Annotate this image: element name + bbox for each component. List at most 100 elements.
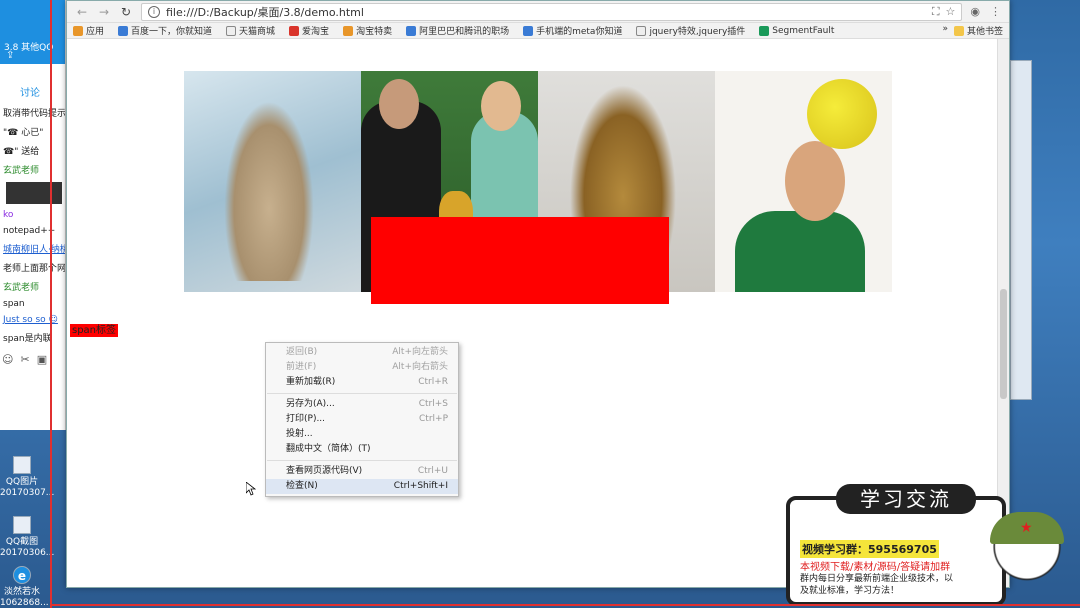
bird-icon <box>523 25 534 36</box>
menu-item-cast[interactable]: 投射... <box>266 427 458 442</box>
desktop-icon-label: 20170306... <box>0 548 55 558</box>
gallery-photo-4 <box>715 71 892 292</box>
address-bar[interactable]: i file:///D:/Backup/桌面/3.8/demo.html ⛶ ☆ <box>141 2 963 21</box>
bookmark-segmentfault[interactable]: SegmentFault <box>759 25 835 36</box>
bookmark-zhihu[interactable]: 阿里巴巴和腾讯的职场 <box>406 24 509 37</box>
qq-message: "☎ 心已" <box>3 128 44 138</box>
forward-icon[interactable]: → <box>97 5 111 19</box>
menu-item-translate[interactable]: 翻成中文（简体）(T) <box>266 442 458 457</box>
qq-message: ☎" 送给 <box>3 147 40 157</box>
qq-message: 取消带代码提示 <box>3 109 65 119</box>
taobao-icon <box>289 25 300 36</box>
qq-sender-name[interactable]: Just so so ☺ <box>0 312 65 328</box>
qq-message: 老师上面那个网 <box>3 264 65 274</box>
qq-header: 3.8 其他QQ ⇪ <box>0 0 65 64</box>
menu-separator <box>267 393 457 394</box>
gallery-photo-1 <box>184 71 361 292</box>
scrollbar-thumb[interactable] <box>1000 289 1007 399</box>
image-icon[interactable]: ▣ <box>37 353 47 366</box>
qq-sender-name[interactable]: 城南柳旧人·纳桃 <box>0 239 65 258</box>
bookmark-label: 百度一下，你就知道 <box>131 27 213 37</box>
promo-group: 视频学习群：595569705 <box>800 540 939 558</box>
qq-sender-name[interactable]: ko <box>0 207 65 223</box>
bookmark-aitaobao[interactable]: 爱淘宝 <box>289 24 329 37</box>
extension-icon[interactable]: ◉ <box>970 5 980 18</box>
back-icon[interactable]: ← <box>75 5 89 19</box>
desktop-icon-label: QQ图片 <box>5 477 39 487</box>
qq-chat-panel: 3.8 其他QQ ⇪ 讨论 取消带代码提示 "☎ 心已" ☎" 送给 玄武老师 … <box>0 0 66 430</box>
background-window <box>1010 60 1032 400</box>
bookmark-label: SegmentFault <box>772 25 835 36</box>
bookmark-label: 淘宝特卖 <box>356 27 393 37</box>
desktop-icon-qq-image[interactable]: QQ图片 20170307... <box>0 456 55 499</box>
zhihu-icon <box>406 25 417 36</box>
menu-item-view-source[interactable]: 查看网页源代码(V) Ctrl+U <box>266 464 458 479</box>
taobao-sale-icon <box>343 25 354 36</box>
baidu-icon <box>118 25 129 36</box>
star-icon[interactable]: ☆ <box>946 5 956 18</box>
menu-item-print[interactable]: 打印(P)... Ctrl+P <box>266 412 458 427</box>
menu-item-back[interactable]: 返回(B) Alt+向左箭头 <box>266 345 458 360</box>
apps-icon <box>73 25 83 36</box>
ie-icon: e <box>13 566 31 584</box>
translate-icon[interactable]: ⛶ <box>932 5 940 19</box>
emoji-icon[interactable]: ☺ <box>2 353 13 366</box>
desktop-icon-ie[interactable]: e 淡然若水 1062868... <box>0 566 49 608</box>
span-label: span标签 <box>70 324 119 337</box>
desktop-icon-qq-screenshot[interactable]: QQ截图 20170306... <box>0 516 55 559</box>
bookmark-taobao-sale[interactable]: 淘宝特卖 <box>343 24 392 37</box>
bookmark-jquery[interactable]: jquery特效,jquery插件 <box>636 24 745 37</box>
menu-item-save-as[interactable]: 另存为(A)... Ctrl+S <box>266 397 458 412</box>
menu-item-inspect[interactable]: 检查(N) Ctrl+Shift+I <box>266 479 458 494</box>
qq-sender-name[interactable]: 玄武老师 <box>0 277 65 296</box>
bookmark-meta[interactable]: 手机端的meta你知道 <box>523 24 622 37</box>
bookmark-tmall[interactable]: 天猫商城 <box>226 24 275 37</box>
qq-tab-discuss[interactable]: 讨论 <box>0 64 65 103</box>
qq-sender-name[interactable]: 玄武老师 <box>0 160 65 179</box>
mouse-cursor-icon <box>246 482 256 496</box>
folder-icon <box>953 25 964 36</box>
qq-message: span是内联 <box>3 334 52 344</box>
red-overlay-box <box>371 217 669 304</box>
promo-line2: 本视频下载/素材/源码/答疑请加群 <box>800 562 951 573</box>
menu-icon[interactable]: ⋮ <box>990 5 1001 18</box>
share-icon[interactable]: ⇪ <box>6 50 14 61</box>
qq-message: span <box>3 299 25 309</box>
desktop-icon-label: 20170307... <box>0 488 55 498</box>
chevron-right-icon[interactable]: » <box>942 24 948 37</box>
bookmark-label: 应用 <box>86 27 105 37</box>
qq-toolbar: ☺ ✂ ▣ <box>0 347 65 372</box>
file-icon <box>13 456 31 474</box>
toolbar-right: ◉ ⋮ <box>970 5 1001 18</box>
qq-code-image[interactable] <box>6 182 62 204</box>
promo-title: 学习交流 <box>836 484 976 514</box>
promo-overlay: 视频学习群：595569705 本视频下载/素材/源码/答疑请加群 群内每日分享… <box>786 484 1080 608</box>
menu-separator <box>267 460 457 461</box>
segmentfault-icon <box>759 25 770 36</box>
qq-message: notepad++ <box>3 226 56 236</box>
desktop-icon-label: 淡然若水 <box>3 587 40 597</box>
menu-item-reload[interactable]: 重新加载(R) Ctrl+R <box>266 375 458 390</box>
bookmarks-overflow[interactable]: » 其他书签 <box>942 24 1003 37</box>
context-menu: 返回(B) Alt+向左箭头 前进(F) Alt+向右箭头 重新加载(R) Ctrl+… <box>265 342 459 497</box>
page-icon <box>636 25 647 36</box>
bookmark-apps[interactable]: 应用 <box>73 24 104 37</box>
bookmark-baidu[interactable]: 百度一下，你就知道 <box>118 24 212 37</box>
bookmark-label: 爱淘宝 <box>302 27 330 37</box>
bookmark-label: 天猫商城 <box>239 27 276 37</box>
recording-frame <box>50 604 1080 606</box>
menu-item-forward[interactable]: 前进(F) Alt+向右箭头 <box>266 360 458 375</box>
file-icon <box>13 516 31 534</box>
mascot-icon: ★ <box>982 498 1072 606</box>
other-bookmarks-label[interactable]: 其他书签 <box>967 24 1003 37</box>
bookmark-label: jquery特效,jquery插件 <box>649 27 746 37</box>
bookmarks-bar: 应用 百度一下，你就知道 天猫商城 爱淘宝 淘宝特卖 阿里巴巴和腾讯的职场 手机… <box>67 23 1009 39</box>
promo-line3: 群内每日分享最新前端企业级技术，以及就业标准，学习方法！ <box>800 574 954 596</box>
bookmark-label: 阿里巴巴和腾讯的职场 <box>419 27 510 37</box>
reload-icon[interactable]: ↻ <box>119 5 133 19</box>
desktop-icon-label: 1062868... <box>0 598 49 608</box>
info-icon[interactable]: i <box>148 5 160 18</box>
scissors-icon[interactable]: ✂ <box>20 353 29 366</box>
url-text[interactable]: file:///D:/Backup/桌面/3.8/demo.html <box>166 4 926 20</box>
desktop-icon-label: QQ截图 <box>5 537 39 547</box>
